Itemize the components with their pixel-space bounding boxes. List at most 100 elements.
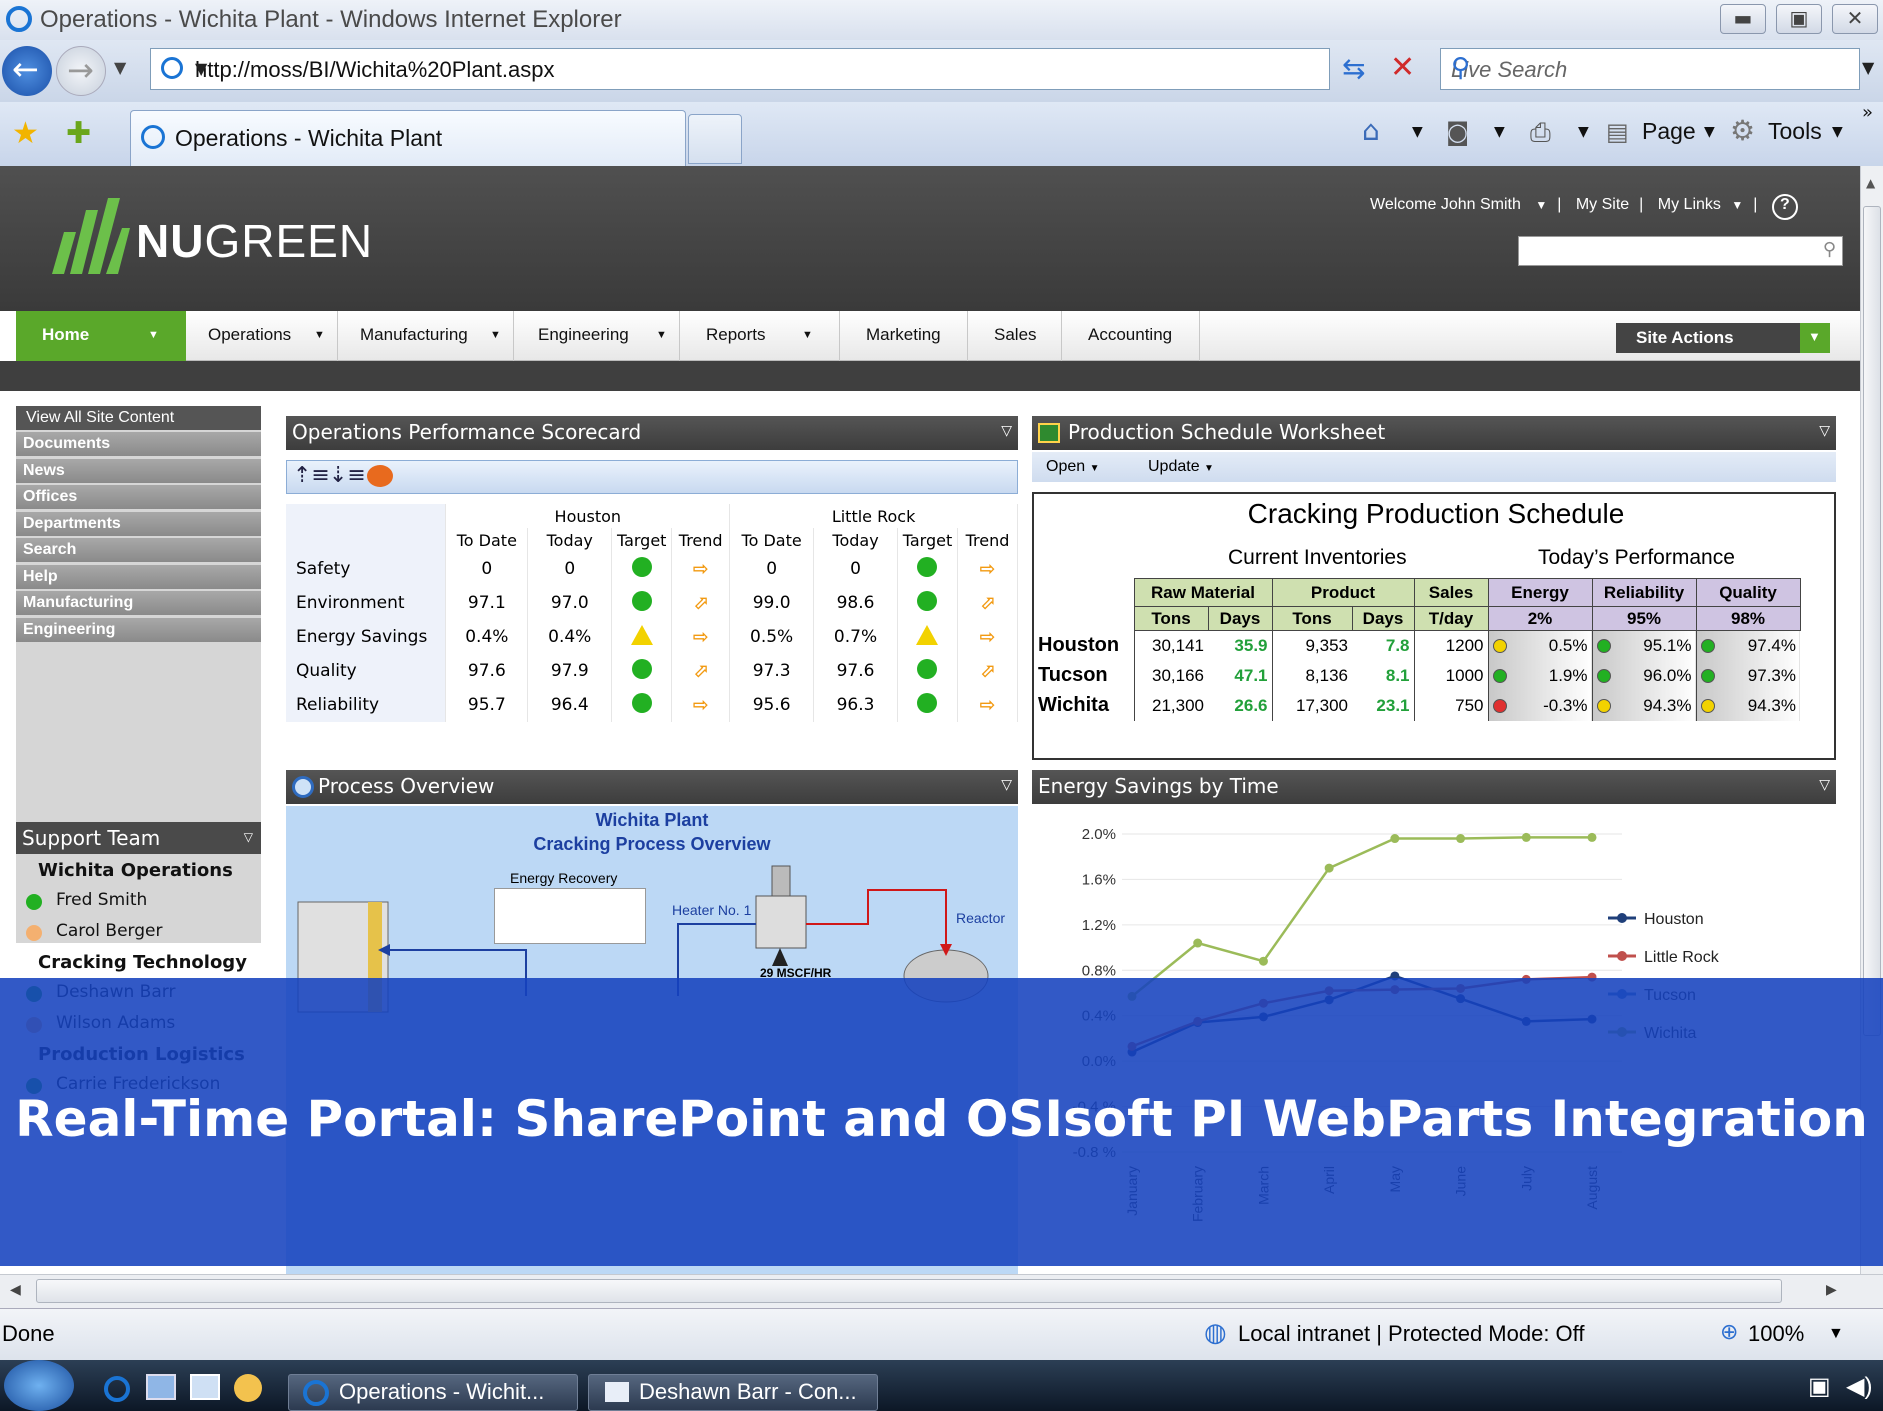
search-dropdown-icon[interactable]: ▼ bbox=[1862, 58, 1874, 77]
process-menu-icon[interactable]: ▽ bbox=[1001, 777, 1012, 793]
search-icon[interactable]: ⚲ bbox=[1451, 53, 1845, 83]
scroll-right-icon[interactable]: ▶ bbox=[1826, 1282, 1837, 1298]
quicklaunch-item[interactable]: News bbox=[16, 458, 261, 483]
scroll-up-icon[interactable]: ▲ bbox=[1866, 176, 1875, 190]
help-icon[interactable]: ? bbox=[1771, 194, 1798, 220]
operations-dropdown-icon[interactable]: ▼ bbox=[314, 329, 325, 341]
home-dropdown-icon[interactable]: ▼ bbox=[1412, 124, 1423, 140]
home-icon[interactable]: ⌂ bbox=[1362, 114, 1380, 147]
trend-cell: ⇨ bbox=[671, 688, 731, 722]
kpi-status-icon bbox=[1596, 668, 1611, 683]
engineering-dropdown-icon[interactable]: ▼ bbox=[656, 329, 667, 341]
zoom-level[interactable]: 100% bbox=[1748, 1321, 1804, 1347]
nav-home[interactable]: Home ▼ bbox=[16, 311, 186, 361]
nav-reports[interactable]: Reports ▼ bbox=[680, 311, 840, 361]
quicklaunch-item[interactable]: Manufacturing bbox=[16, 591, 261, 615]
vertical-scroll-thumb[interactable] bbox=[1863, 206, 1881, 1036]
refresh-icon[interactable]: ⇆ bbox=[1342, 52, 1365, 85]
nav-engineering[interactable]: Engineering ▼ bbox=[514, 311, 680, 361]
quicklaunch-item[interactable]: Help bbox=[16, 564, 261, 589]
scorecard-menu-icon[interactable]: ▽ bbox=[1001, 423, 1012, 439]
raw-tons: 30,166 bbox=[1133, 660, 1208, 691]
scroll-left-icon[interactable]: ◀ bbox=[10, 1282, 21, 1298]
add-favorite-icon[interactable]: ✚ bbox=[66, 116, 91, 151]
nav-manufacturing[interactable]: Manufacturing ▼ bbox=[338, 311, 514, 361]
my-links-dropdown-icon[interactable]: ▼ bbox=[1731, 198, 1743, 212]
quicklaunch-item[interactable]: Engineering bbox=[16, 617, 261, 642]
feeds-dropdown-icon[interactable]: ▼ bbox=[1494, 124, 1505, 140]
support-group-name: Wichita Operations bbox=[38, 860, 233, 881]
trend-cell: ⇨ bbox=[957, 620, 1019, 654]
quicklaunch-ie-icon[interactable] bbox=[104, 1376, 130, 1402]
worksheet-menu-icon[interactable]: ▽ bbox=[1819, 423, 1830, 439]
nav-accounting[interactable]: Accounting bbox=[1062, 311, 1200, 361]
site-actions-dropdown-icon[interactable]: ▼ bbox=[1800, 323, 1830, 353]
manufacturing-dropdown-icon[interactable]: ▼ bbox=[490, 329, 501, 341]
back-button[interactable]: ← bbox=[2, 46, 52, 96]
horizontal-scrollbar[interactable]: ◀ ▶ bbox=[0, 1274, 1883, 1308]
history-dropdown-icon[interactable]: ▼ bbox=[114, 58, 126, 77]
prod-days-value: 23.1 bbox=[1376, 695, 1410, 715]
home-dropdown-arrow-icon[interactable]: ▼ bbox=[148, 329, 159, 341]
nav-operations[interactable]: Operations ▼ bbox=[186, 311, 338, 361]
feeds-icon[interactable]: ◙ bbox=[1446, 118, 1469, 146]
quicklaunch-item[interactable]: Documents bbox=[16, 432, 261, 456]
taskbar-chat-window[interactable]: Deshawn Barr - Con... bbox=[588, 1374, 878, 1411]
quicklaunch-item[interactable]: Search bbox=[16, 538, 261, 562]
today-value: 97.9 bbox=[527, 654, 613, 688]
stop-icon[interactable]: ✕ bbox=[1390, 50, 1415, 85]
today-value: 0 bbox=[527, 552, 613, 586]
address-field[interactable]: http://moss/BI/Wichita%20Plant.aspx ▼ bbox=[150, 48, 1330, 90]
security-zone[interactable]: Local intranet | Protected Mode: Off bbox=[1238, 1321, 1585, 1347]
outlook-icon[interactable] bbox=[234, 1374, 262, 1402]
welcome-dropdown-icon[interactable]: ▼ bbox=[1535, 198, 1547, 212]
support-team-menu-icon[interactable]: ▽ bbox=[244, 830, 253, 844]
start-button[interactable] bbox=[4, 1360, 74, 1411]
view-all-site-content-link[interactable]: View All Site Content bbox=[16, 406, 261, 430]
print-dropdown-icon[interactable]: ▼ bbox=[1578, 124, 1589, 140]
welcome-menu[interactable]: Welcome John Smith bbox=[1370, 196, 1521, 213]
site-actions-button[interactable]: Site Actions ▼ bbox=[1616, 323, 1830, 353]
my-links-menu[interactable]: My Links bbox=[1658, 196, 1721, 213]
quicklaunch-item[interactable]: Departments bbox=[16, 511, 261, 536]
switch-windows-icon[interactable] bbox=[190, 1374, 220, 1400]
site-search-input[interactable]: ⚲ bbox=[1518, 236, 1843, 266]
live-search-input[interactable]: Live Search ⚲ bbox=[1440, 48, 1860, 90]
zoom-dropdown-icon[interactable]: ▼ bbox=[1828, 1325, 1844, 1343]
show-desktop-icon[interactable] bbox=[146, 1374, 176, 1400]
network-tray-icon[interactable]: ▣ bbox=[1808, 1372, 1831, 1401]
update-menu[interactable]: Update ▼ bbox=[1148, 458, 1214, 476]
kpi-status-icon bbox=[1596, 698, 1611, 713]
forward-button[interactable]: → bbox=[56, 46, 106, 96]
worksheet-title: Production Schedule Worksheet bbox=[1068, 420, 1386, 444]
energy-chart-menu-icon[interactable]: ▽ bbox=[1819, 777, 1830, 793]
open-menu[interactable]: Open ▼ bbox=[1046, 458, 1100, 476]
site-search-icon[interactable]: ⚲ bbox=[1823, 239, 1836, 260]
reports-dropdown-icon[interactable]: ▼ bbox=[802, 329, 813, 341]
nav-sales[interactable]: Sales bbox=[968, 311, 1062, 361]
refresh-scorecard-icon[interactable] bbox=[367, 465, 393, 487]
volume-tray-icon[interactable]: ◀) bbox=[1846, 1372, 1872, 1401]
collapse-all-icon[interactable]: ⇣≡ bbox=[329, 463, 366, 488]
address-dropdown-icon[interactable]: ▼ bbox=[195, 59, 1321, 78]
chevron-more-icon[interactable]: » bbox=[1862, 102, 1873, 123]
taskbar-ie-window[interactable]: Operations - Wichit... bbox=[288, 1374, 578, 1411]
page-dropdown-icon[interactable]: ▼ bbox=[1704, 124, 1715, 140]
support-person[interactable]: Carol Berger bbox=[56, 921, 162, 941]
new-tab-button[interactable] bbox=[688, 114, 742, 164]
tools-menu[interactable]: Tools bbox=[1768, 118, 1822, 145]
quicklaunch-item[interactable]: Offices bbox=[16, 485, 261, 509]
expand-all-icon[interactable]: ⇡≡ bbox=[293, 463, 330, 488]
print-icon[interactable]: ⎙ bbox=[1530, 118, 1551, 149]
tools-dropdown-icon[interactable]: ▼ bbox=[1832, 124, 1843, 140]
support-person[interactable]: Fred Smith bbox=[56, 890, 147, 910]
page-menu[interactable]: Page bbox=[1642, 118, 1696, 145]
minimize-button[interactable]: ▬ bbox=[1720, 4, 1766, 34]
maximize-button[interactable]: ▣ bbox=[1776, 4, 1822, 34]
nav-marketing[interactable]: Marketing bbox=[840, 311, 968, 361]
horizontal-scroll-thumb[interactable] bbox=[36, 1279, 1782, 1303]
favorites-star-icon[interactable]: ★ bbox=[12, 116, 39, 151]
my-site-link[interactable]: My Site bbox=[1576, 196, 1629, 213]
close-button[interactable]: ✕ bbox=[1832, 4, 1878, 34]
tab-operations[interactable]: Operations - Wichita Plant bbox=[130, 110, 686, 166]
